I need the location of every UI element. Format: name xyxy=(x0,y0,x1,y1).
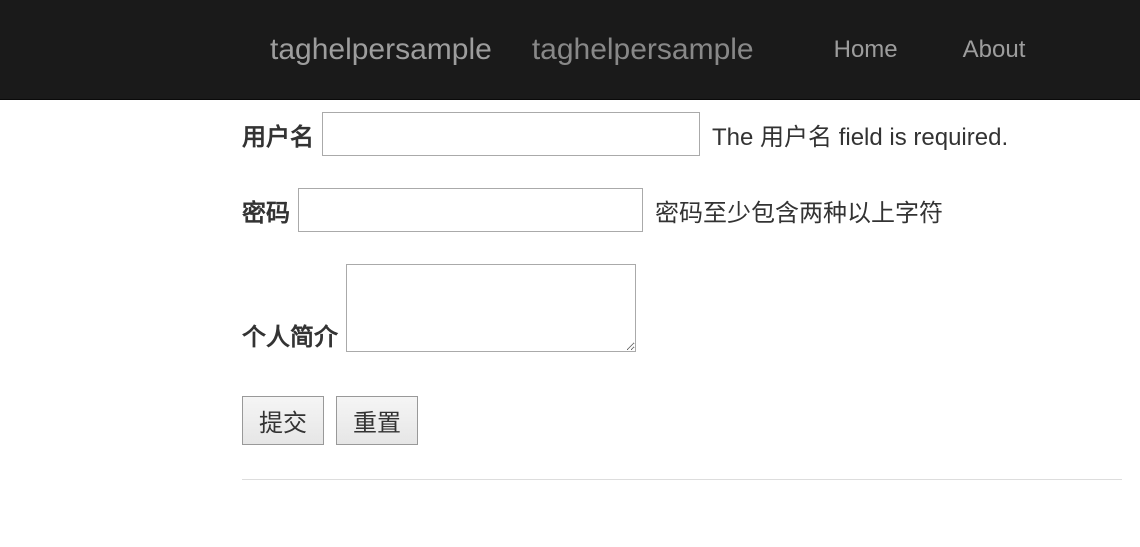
password-row: 密码 密码至少包含两种以上字符 xyxy=(242,188,1140,232)
divider xyxy=(242,479,1122,480)
navbar: taghelpersample taghelpersample Home Abo… xyxy=(0,0,1140,100)
username-row: 用户名 The 用户名 field is required. xyxy=(242,112,1140,156)
password-validation: 密码至少包含两种以上字符 xyxy=(655,193,943,228)
bio-label: 个人简介 xyxy=(242,317,338,352)
nav-link-home[interactable]: Home xyxy=(834,36,898,64)
navbar-brand-1[interactable]: taghelpersample xyxy=(270,33,492,67)
reset-button[interactable]: 重置 xyxy=(336,396,418,445)
bio-textarea[interactable] xyxy=(346,264,636,352)
password-input[interactable] xyxy=(298,188,643,232)
button-row: 提交 重置 xyxy=(242,396,1140,445)
username-input[interactable] xyxy=(322,112,700,156)
navbar-brand-2[interactable]: taghelpersample xyxy=(532,33,754,67)
submit-button[interactable]: 提交 xyxy=(242,396,324,445)
username-label: 用户名 xyxy=(242,117,314,152)
password-label: 密码 xyxy=(242,193,290,228)
nav-link-about[interactable]: About xyxy=(963,36,1026,64)
bio-row: 个人简介 xyxy=(242,264,1140,352)
username-validation: The 用户名 field is required. xyxy=(712,117,1008,152)
form-content: 用户名 The 用户名 field is required. 密码 密码至少包含… xyxy=(0,100,1140,480)
